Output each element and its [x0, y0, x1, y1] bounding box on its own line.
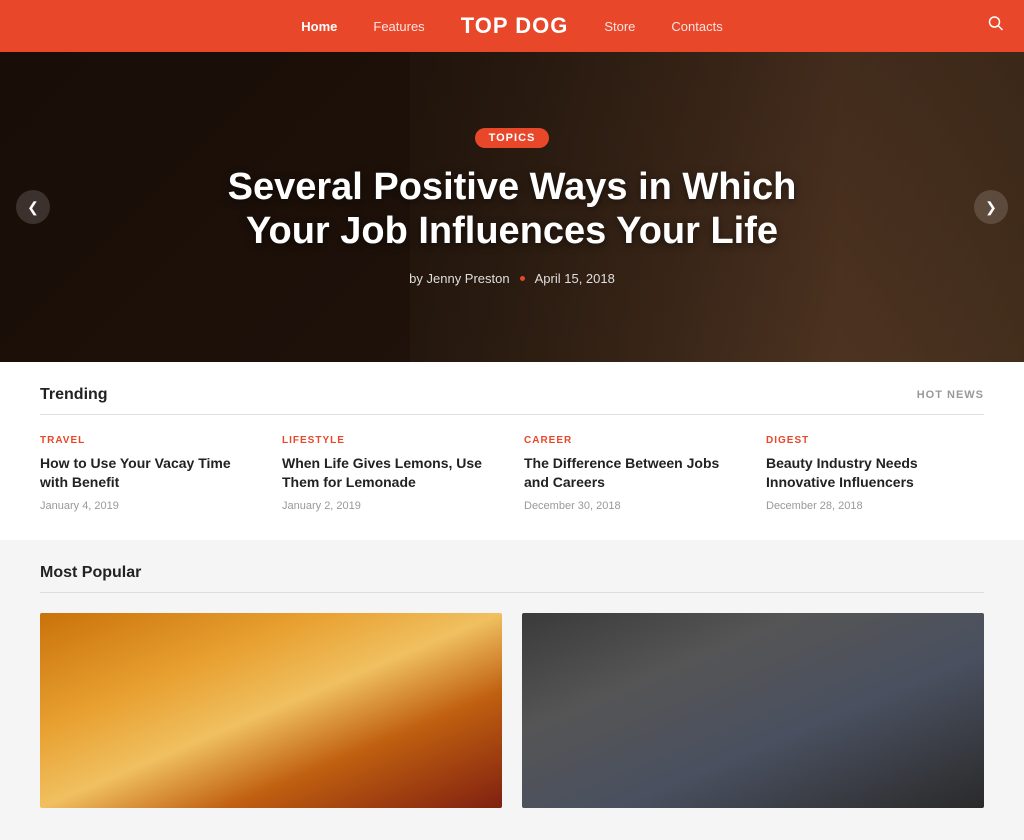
hero-prev-button[interactable]: ❮ — [16, 190, 50, 224]
trending-date-3: December 28, 2018 — [766, 500, 984, 512]
most-popular-title: Most Popular — [40, 564, 141, 582]
popular-card-1-image — [40, 613, 502, 808]
trending-date-1: January 2, 2019 — [282, 500, 500, 512]
main-nav: Home Features TOP DOG Store Contacts — [301, 13, 722, 39]
trending-item-2[interactable]: CAREER The Difference Between Jobs and C… — [524, 435, 742, 512]
trending-item-3[interactable]: DIGEST Beauty Industry Needs Innovative … — [766, 435, 984, 512]
hot-news-label: HOT NEWS — [917, 389, 984, 401]
popular-card-2-image — [522, 613, 984, 808]
meta-dot — [520, 276, 525, 281]
hero-date: April 15, 2018 — [535, 271, 615, 286]
trending-header: Trending HOT NEWS — [40, 386, 984, 415]
trending-item-0[interactable]: TRAVEL How to Use Your Vacay Time with B… — [40, 435, 258, 512]
popular-card-2[interactable] — [522, 613, 984, 808]
trending-grid: TRAVEL How to Use Your Vacay Time with B… — [40, 435, 984, 512]
trending-date-0: January 4, 2019 — [40, 500, 258, 512]
nav-contacts[interactable]: Contacts — [671, 19, 722, 34]
trending-cat-3: DIGEST — [766, 435, 984, 446]
site-header: Home Features TOP DOG Store Contacts — [0, 0, 1024, 52]
hero-section: ❮ TOPICS Several Positive Ways in Which … — [0, 52, 1024, 362]
trending-item-1[interactable]: LIFESTYLE When Life Gives Lemons, Use Th… — [282, 435, 500, 512]
nav-features[interactable]: Features — [373, 19, 424, 34]
hero-title: Several Positive Ways in Which Your Job … — [192, 166, 832, 253]
nav-store[interactable]: Store — [604, 19, 635, 34]
popular-card-1[interactable] — [40, 613, 502, 808]
trending-article-title-2: The Difference Between Jobs and Careers — [524, 454, 742, 492]
trending-section: Trending HOT NEWS TRAVEL How to Use Your… — [0, 362, 1024, 540]
trending-article-title-1: When Life Gives Lemons, Use Them for Lem… — [282, 454, 500, 492]
trending-cat-1: LIFESTYLE — [282, 435, 500, 446]
trending-article-title-3: Beauty Industry Needs Innovative Influen… — [766, 454, 984, 492]
most-popular-section: Most Popular — [0, 540, 1024, 840]
search-icon[interactable] — [988, 16, 1004, 37]
trending-title: Trending — [40, 386, 108, 404]
hero-next-button[interactable]: ❯ — [974, 190, 1008, 224]
trending-cat-0: TRAVEL — [40, 435, 258, 446]
topics-badge: TOPICS — [475, 128, 550, 148]
trending-date-2: December 30, 2018 — [524, 500, 742, 512]
trending-article-title-0: How to Use Your Vacay Time with Benefit — [40, 454, 258, 492]
most-popular-header: Most Popular — [40, 564, 984, 593]
site-logo: TOP DOG — [461, 13, 569, 39]
nav-home[interactable]: Home — [301, 19, 337, 34]
hero-content: TOPICS Several Positive Ways in Which Yo… — [172, 128, 852, 286]
hero-author: by Jenny Preston — [409, 271, 509, 286]
popular-grid — [40, 613, 984, 808]
hero-meta: by Jenny Preston April 15, 2018 — [192, 271, 832, 286]
trending-cat-2: CAREER — [524, 435, 742, 446]
